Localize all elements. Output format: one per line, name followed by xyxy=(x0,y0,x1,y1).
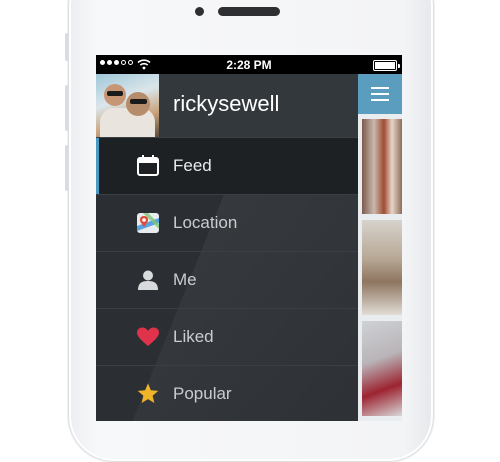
volume-up-button xyxy=(65,85,69,131)
phone-screen: 2:28 PM rickysewell Feed Location Me Lik… xyxy=(96,55,402,421)
menu-item-me[interactable]: Me xyxy=(96,251,358,308)
menu-item-liked[interactable]: Liked xyxy=(96,308,358,365)
map-icon xyxy=(137,213,159,233)
volume-down-button xyxy=(65,145,69,191)
person-icon xyxy=(138,270,158,290)
calendar-icon xyxy=(137,155,159,176)
menu-toggle-button[interactable] xyxy=(358,74,402,114)
navigation-drawer: rickysewell Feed Location Me Liked Popul… xyxy=(96,74,358,421)
avatar[interactable] xyxy=(96,74,159,137)
mute-switch xyxy=(65,33,69,61)
menu-item-label: Location xyxy=(173,213,238,232)
menu-item-feed[interactable]: Feed xyxy=(96,137,358,194)
menu-item-label: Liked xyxy=(173,327,214,346)
status-time: 2:28 PM xyxy=(226,58,272,72)
status-bar: 2:28 PM xyxy=(96,55,402,74)
heart-icon xyxy=(137,327,159,346)
feed-photo-thumbnail[interactable] xyxy=(362,321,402,416)
profile-header[interactable]: rickysewell xyxy=(96,74,358,137)
menu-item-location[interactable]: Location xyxy=(96,194,358,251)
earpiece-speaker xyxy=(218,7,280,16)
username: rickysewell xyxy=(173,91,280,116)
menu-item-popular[interactable]: Popular xyxy=(96,365,358,421)
hamburger-icon xyxy=(371,87,389,89)
feed-photo-thumbnail[interactable] xyxy=(362,119,402,214)
menu-item-label: Me xyxy=(173,270,197,289)
feed-content-peek xyxy=(358,74,402,421)
menu-item-label: Feed xyxy=(173,156,212,175)
front-camera xyxy=(195,7,204,16)
menu-item-label: Popular xyxy=(173,384,232,403)
battery-icon xyxy=(373,60,400,71)
star-icon xyxy=(137,383,159,403)
feed-photo-thumbnail[interactable] xyxy=(362,220,402,315)
